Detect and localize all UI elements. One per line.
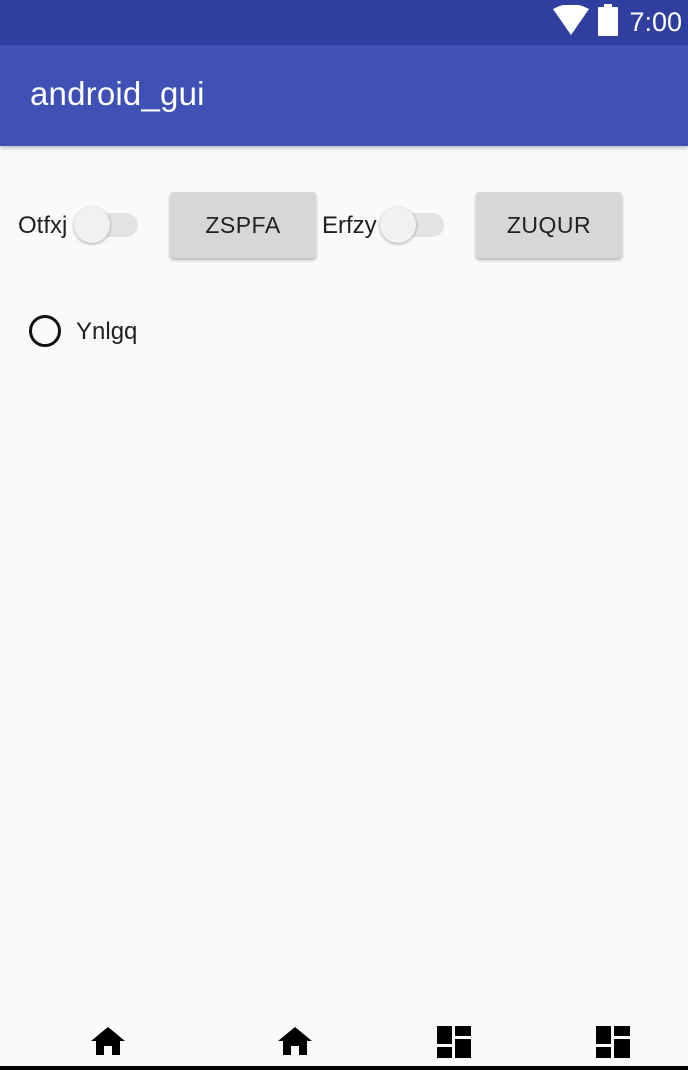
switch-erfzy[interactable] bbox=[380, 207, 444, 243]
switch-thumb bbox=[380, 207, 416, 243]
dashboard-icon[interactable] bbox=[596, 1026, 630, 1063]
battery-icon bbox=[597, 4, 619, 41]
switch-thumb bbox=[74, 207, 110, 243]
switch-otfxj[interactable] bbox=[74, 207, 138, 243]
status-time: 7:00 bbox=[629, 7, 682, 37]
wifi-icon bbox=[553, 4, 590, 40]
status-icons: 7:00 bbox=[553, 0, 682, 45]
app-bar: android_gui bbox=[0, 45, 688, 146]
radio-ynlgq[interactable] bbox=[29, 315, 61, 347]
home-icon[interactable] bbox=[278, 1026, 312, 1061]
dashboard-icon[interactable] bbox=[437, 1026, 471, 1063]
nav-bar bbox=[0, 1016, 688, 1070]
zuqur-button[interactable]: ZUQUR bbox=[476, 192, 622, 258]
switch-label-erfzy: Erfzy bbox=[322, 212, 377, 239]
home-icon[interactable] bbox=[91, 1026, 125, 1061]
switch-label-otfxj: Otfxj bbox=[18, 212, 68, 239]
app-title: android_gui bbox=[30, 75, 205, 112]
radio-label-ynlgq[interactable]: Ynlgq bbox=[76, 318, 137, 346]
zspfa-button[interactable]: ZSPFA bbox=[170, 192, 316, 258]
nav-bottom-line bbox=[0, 1066, 688, 1070]
status-bar: 7:00 bbox=[0, 0, 688, 45]
